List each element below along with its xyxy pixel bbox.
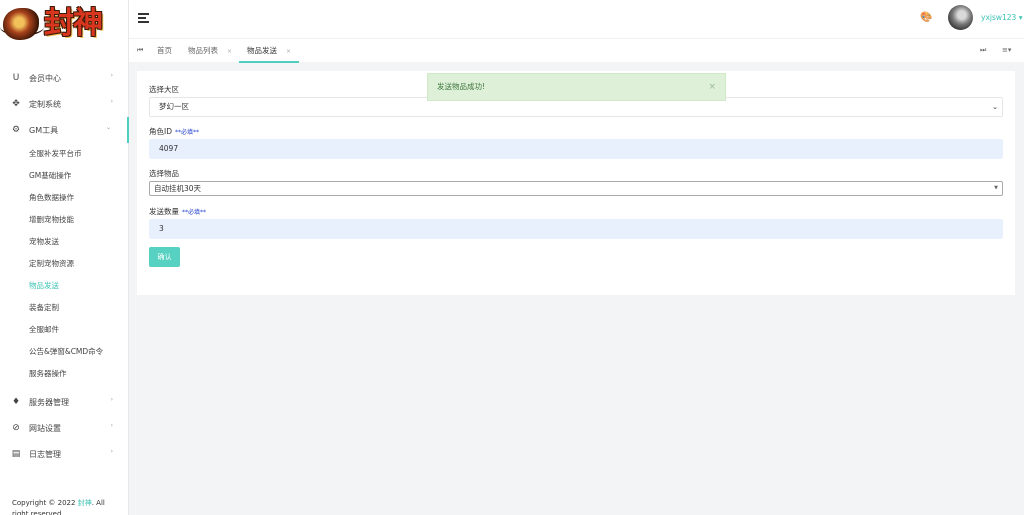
log-icon: ▤ [11,449,21,459]
sidebar-item-label: 服务器管理 [29,397,69,407]
top-header: 🎨 yxjsw123 ▾ ⏮ 首页 物品列表 × 物品发送 × ⏭ ≡▾ [129,0,1024,63]
sidebar-item-label: 定制系统 [29,99,61,109]
submenu-item[interactable]: 增删宠物技能 [0,209,129,231]
chevron-right-icon: › [110,396,113,403]
submenu-item[interactable]: 定制宠物资源 [0,253,129,275]
role-id-input[interactable]: 4097 [149,139,1003,159]
gm-tools-icon: ⚙ [11,125,21,135]
submenu-item[interactable]: 公告&弹窗&CMD命令 [0,341,129,363]
user-shield-icon: U [12,73,20,83]
custom-system-icon: ✥ [12,99,20,109]
sidebar-item-custom-system[interactable]: ✥ 定制系统 › [0,91,129,117]
confirm-button[interactable]: 确认 [149,247,180,267]
sidebar-item-site-settings[interactable]: ⊘ 网站设置 › [0,415,129,441]
item-select[interactable]: 自动挂机30天 ▼ [149,181,1003,196]
globe-icon: ⊘ [12,423,20,433]
close-icon[interactable]: × [286,48,291,55]
quantity-label: 发送数量 **必填** [149,206,206,217]
palette-icon[interactable]: 🎨 [920,12,932,23]
tab-item-send[interactable]: 物品发送 × [239,39,300,63]
chevron-right-icon: › [110,422,113,429]
avatar[interactable] [948,5,973,30]
submenu-item[interactable]: 装备定制 [0,297,129,319]
diamond-icon: ♦ [11,397,21,407]
send-item-form: 选择大区 梦幻一区 ⌄ 角色ID **必填** 4097 选择物品 自动挂机30天… [137,71,1015,295]
sidebar-nav: U 会员中心 › ✥ 定制系统 › ⚙ GM工具 ⌄ 全服补发平台币 GM基础操… [0,65,129,467]
server-select-value: 梦幻一区 [159,102,189,111]
tab-label: 物品列表 [188,46,218,55]
tab-prev-icon[interactable]: ⏮ [137,46,143,55]
chevron-right-icon: › [110,448,113,455]
server-label: 选择大区 [149,85,179,94]
sidebar-item-member-center[interactable]: U 会员中心 › [0,65,129,91]
submenu-item[interactable]: 角色数据操作 [0,187,129,209]
tab-menu-icon[interactable]: ≡▾ [1002,46,1011,54]
menu-toggle-icon[interactable] [138,13,149,23]
sidebar: 封神 U 会员中心 › ✥ 定制系统 › ⚙ GM工具 ⌄ 全服补发平台币 GM… [0,0,129,515]
copyright-prefix: Copyright © 2022 [12,499,76,507]
sidebar-item-label: 会员中心 [29,73,61,83]
required-note: **必填** [175,129,200,136]
logo[interactable]: 封神 [0,0,129,52]
sidebar-item-gm-tools[interactable]: ⚙ GM工具 ⌄ [0,117,129,143]
tab-bar: ⏮ 首页 物品列表 × 物品发送 × ⏭ ≡▾ [129,38,1024,63]
item-label: 选择物品 [149,169,179,178]
role-id-value: 4097 [159,144,179,153]
logo-mark [3,8,39,40]
copyright-brand-link[interactable]: 封神 [78,499,92,507]
sidebar-item-label: 日志管理 [29,449,61,459]
tab-item-list[interactable]: 物品列表 × [188,39,232,63]
required-note: **必填** [182,209,207,216]
chevron-right-icon: › [110,72,113,79]
sidebar-item-label: 网站设置 [29,423,61,433]
toast-message: 发送物品成功! [437,82,486,91]
chevron-down-icon: ⌄ [105,124,111,131]
submenu-item[interactable]: 服务器操作 [0,363,129,385]
quantity-value: 3 [159,224,164,233]
logo-text: 封神 [44,6,103,41]
submenu-item[interactable]: 宠物发送 [0,231,129,253]
chevron-down-icon: ⌄ [992,103,998,111]
success-toast: 发送物品成功! × [427,73,726,101]
quantity-input[interactable]: 3 [149,219,1003,239]
submenu-item-active[interactable]: 物品发送 [0,275,129,297]
submenu-item[interactable]: GM基础操作 [0,165,129,187]
submenu-item[interactable]: 全服邮件 [0,319,129,341]
gm-submenu: 全服补发平台币 GM基础操作 角色数据操作 增删宠物技能 宠物发送 定制宠物资源… [0,143,129,385]
caret-down-icon: ▼ [994,185,998,191]
tab-label: 物品发送 [247,46,277,55]
item-select-value: 自动挂机30天 [154,184,202,193]
copyright: Copyright © 2022 封神. All right reserved [12,498,122,515]
close-icon[interactable]: × [708,74,716,100]
submenu-item[interactable]: 全服补发平台币 [0,143,129,165]
sidebar-item-log-management[interactable]: ▤ 日志管理 › [0,441,129,467]
chevron-right-icon: › [110,98,113,105]
sidebar-item-label: GM工具 [29,125,59,135]
tab-next-icon[interactable]: ⏭ [980,46,986,55]
sidebar-item-server-management[interactable]: ♦ 服务器管理 › [0,389,129,415]
role-id-label: 角色ID **必填** [149,126,199,137]
close-icon[interactable]: × [227,48,232,55]
tab-home[interactable]: 首页 [157,39,172,63]
tab-label: 首页 [157,46,172,55]
quantity-label-text: 发送数量 [149,207,179,216]
username: yxjsw123 [981,13,1017,22]
role-id-label-text: 角色ID [149,127,172,136]
user-dropdown[interactable]: yxjsw123 ▾ [981,13,1022,22]
